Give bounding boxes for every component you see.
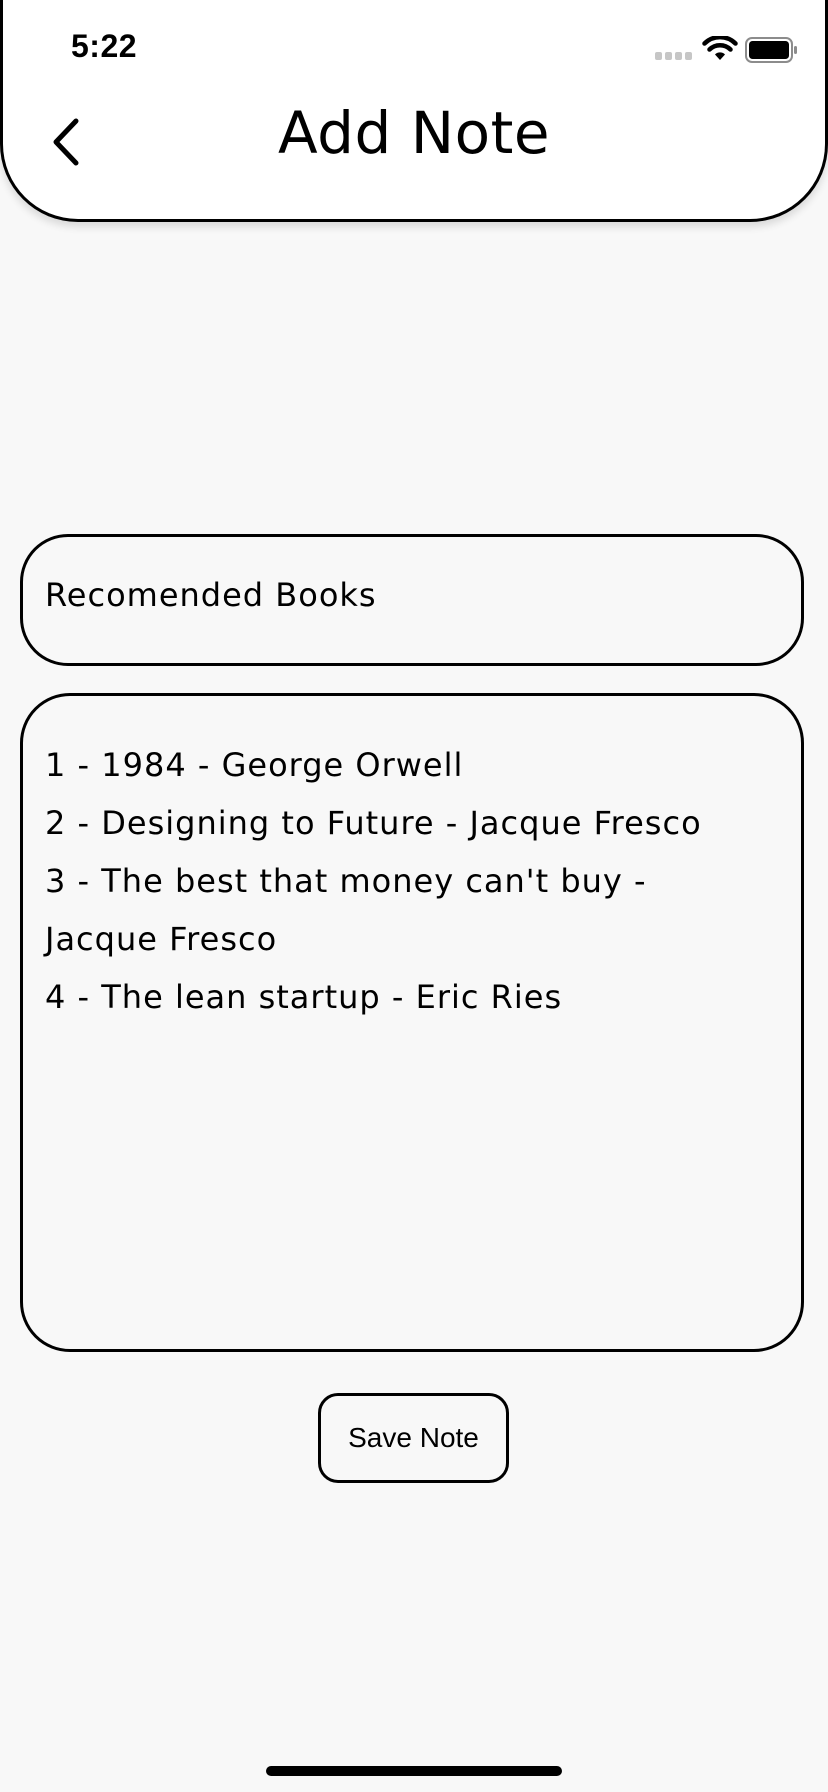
note-body-line: 2 - Designing to Future - Jacque Fresco [45, 804, 702, 842]
page-title: Add Note [277, 99, 551, 167]
note-body-line: 3 - The best that money can't buy - [45, 862, 647, 900]
battery-icon [745, 37, 797, 63]
cellular-signal-icon [655, 52, 692, 60]
note-body-line: Jacque Fresco [45, 920, 278, 958]
save-note-button[interactable]: Save Note [318, 1393, 509, 1483]
wifi-icon [702, 36, 738, 60]
app-header: 5:22 Add Note [0, 0, 828, 222]
note-title-input[interactable]: Recomended Books [20, 534, 804, 666]
note-body-input[interactable]: 1 - 1984 - George Orwell 2 - Designing t… [20, 693, 804, 1352]
note-body-text: 1 - 1984 - George Orwell 2 - Designing t… [45, 736, 781, 1026]
status-time: 5:22 [71, 28, 138, 64]
note-body-line: 1 - 1984 - George Orwell [45, 746, 464, 784]
home-indicator[interactable] [266, 1766, 562, 1776]
note-body-line: 4 - The lean startup - Eric Ries [45, 978, 563, 1016]
note-title-value: Recomended Books [45, 576, 377, 614]
